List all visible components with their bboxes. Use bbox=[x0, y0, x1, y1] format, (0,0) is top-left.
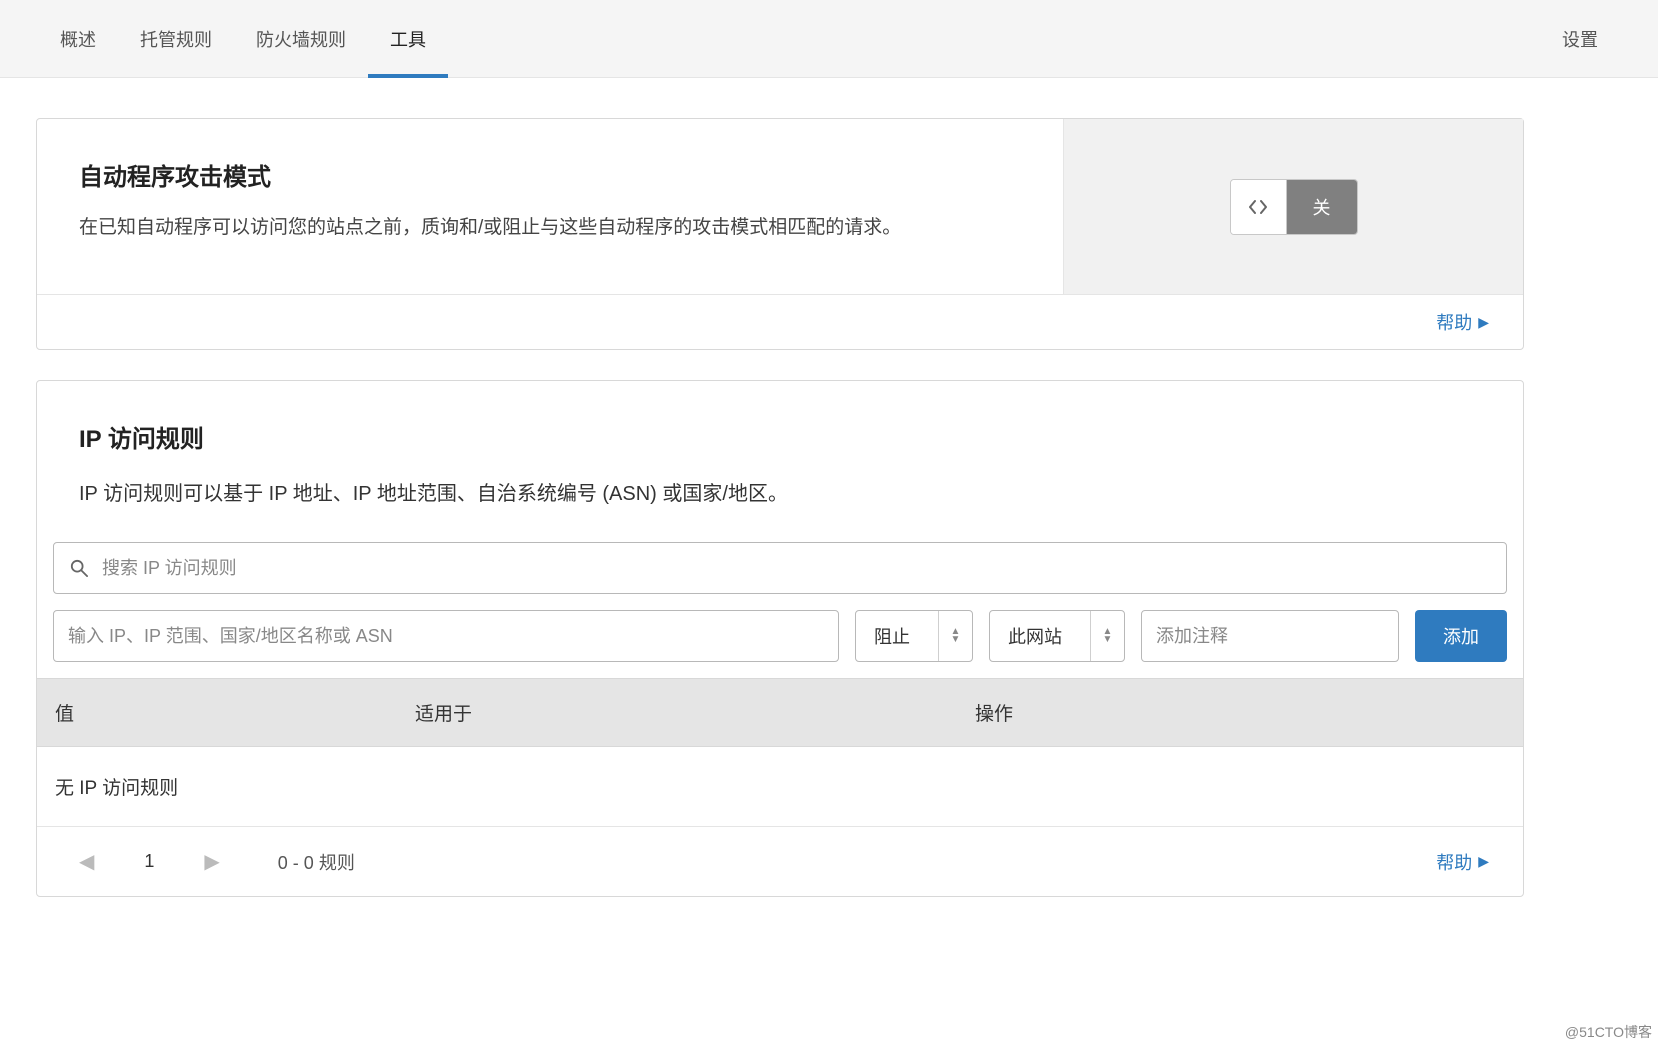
th-applies: 适用于 bbox=[415, 699, 975, 726]
tab-firewall-rules[interactable]: 防火墙规则 bbox=[234, 0, 368, 78]
add-button[interactable]: 添加 bbox=[1415, 610, 1507, 662]
caret-right-icon: ▶ bbox=[1478, 314, 1489, 331]
page-body: 自动程序攻击模式 在已知自动程序可以访问您的站点之前，质询和/或阻止与这些自动程… bbox=[0, 78, 1560, 963]
chevron-updown-icon: ▲▼ bbox=[938, 611, 972, 661]
ip-rules-card: IP 访问规则 IP 访问规则可以基于 IP 地址、IP 地址范围、自治系统编号… bbox=[36, 380, 1524, 897]
bot-card-left: 自动程序攻击模式 在已知自动程序可以访问您的站点之前，质询和/或阻止与这些自动程… bbox=[37, 119, 1063, 294]
pager-next[interactable]: ▶ bbox=[196, 845, 227, 878]
ip-help-link[interactable]: 帮助 ▶ bbox=[1436, 849, 1489, 875]
rule-count: 0 - 0 规则 bbox=[278, 849, 355, 875]
bot-attack-card: 自动程序攻击模式 在已知自动程序可以访问您的站点之前，质询和/或阻止与这些自动程… bbox=[36, 118, 1524, 350]
pager-prev[interactable]: ◀ bbox=[71, 845, 102, 878]
tab-managed-rules[interactable]: 托管规则 bbox=[118, 0, 234, 78]
bot-card-right: 关 bbox=[1063, 119, 1523, 294]
scope-select-label: 此网站 bbox=[990, 623, 1090, 649]
caret-right-icon: ▶ bbox=[1478, 853, 1489, 870]
watermark: @51CTO博客 bbox=[1565, 1022, 1652, 1042]
toggle-handle-icon bbox=[1231, 180, 1287, 234]
bot-card-desc: 在已知自动程序可以访问您的站点之前，质询和/或阻止与这些自动程序的攻击模式相匹配… bbox=[79, 210, 1021, 246]
ip-table-header: 值 适用于 操作 bbox=[37, 678, 1523, 747]
search-input[interactable] bbox=[102, 558, 1490, 579]
tab-tools[interactable]: 工具 bbox=[368, 0, 448, 78]
bot-card-title: 自动程序攻击模式 bbox=[79, 157, 1021, 192]
tabs-bar: 概述 托管规则 防火墙规则 工具 设置 bbox=[0, 0, 1658, 78]
ip-controls: 阻止 ▲▼ 此网站 ▲▼ 添加 bbox=[37, 542, 1523, 678]
chevron-updown-icon: ▲▼ bbox=[1090, 611, 1124, 661]
ip-card-title: IP 访问规则 bbox=[79, 419, 1481, 454]
ip-table-empty: 无 IP 访问规则 bbox=[37, 747, 1523, 827]
help-label: 帮助 bbox=[1436, 309, 1472, 335]
th-op: 操作 bbox=[975, 699, 1505, 726]
scope-select[interactable]: 此网站 ▲▼ bbox=[989, 610, 1125, 662]
th-value: 值 bbox=[55, 699, 415, 726]
tabs-left: 概述 托管规则 防火墙规则 工具 bbox=[38, 0, 448, 78]
ip-table-footer: ◀ 1 ▶ 0 - 0 规则 帮助 ▶ bbox=[37, 827, 1523, 896]
bot-help-link[interactable]: 帮助 ▶ bbox=[1436, 309, 1489, 335]
bot-card-footer: 帮助 ▶ bbox=[37, 294, 1523, 349]
tab-settings[interactable]: 设置 bbox=[1540, 0, 1620, 78]
add-rule-row: 阻止 ▲▼ 此网站 ▲▼ 添加 bbox=[53, 610, 1507, 662]
ip-card-header: IP 访问规则 IP 访问规则可以基于 IP 地址、IP 地址范围、自治系统编号… bbox=[37, 381, 1523, 542]
pager: ◀ 1 ▶ 0 - 0 规则 bbox=[71, 845, 355, 878]
action-select-label: 阻止 bbox=[856, 623, 938, 649]
action-select[interactable]: 阻止 ▲▼ bbox=[855, 610, 973, 662]
pager-page-num: 1 bbox=[126, 851, 172, 872]
help-label: 帮助 bbox=[1436, 849, 1472, 875]
ip-card-desc: IP 访问规则可以基于 IP 地址、IP 地址范围、自治系统编号 (ASN) 或… bbox=[79, 478, 1481, 510]
toggle-state-label: 关 bbox=[1287, 180, 1357, 234]
bot-toggle[interactable]: 关 bbox=[1230, 179, 1358, 235]
tab-overview[interactable]: 概述 bbox=[38, 0, 118, 78]
ip-value-input[interactable] bbox=[53, 610, 839, 662]
search-box[interactable] bbox=[53, 542, 1507, 594]
bot-card-inner: 自动程序攻击模式 在已知自动程序可以访问您的站点之前，质询和/或阻止与这些自动程… bbox=[37, 119, 1523, 294]
search-icon bbox=[70, 559, 88, 577]
note-input[interactable] bbox=[1141, 610, 1399, 662]
